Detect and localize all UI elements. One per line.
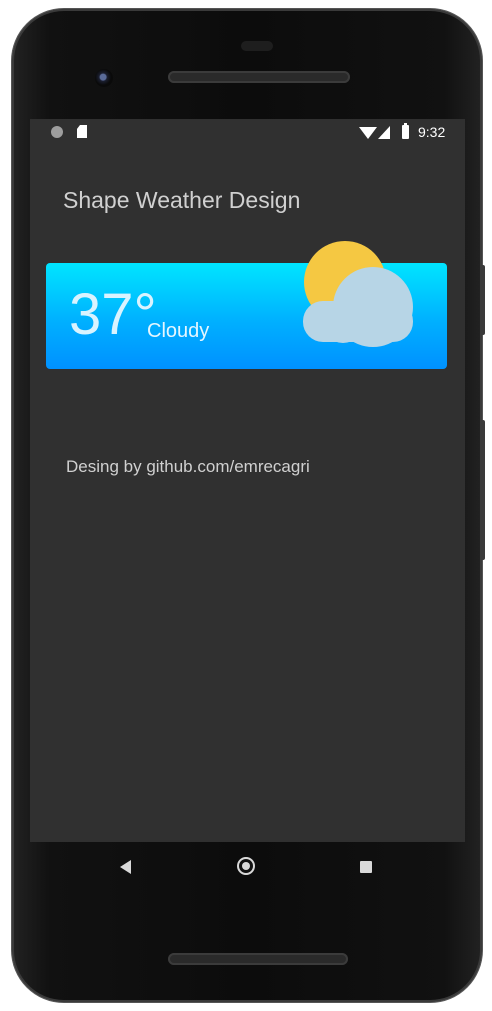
bottom-speaker: [168, 953, 348, 965]
weather-condition: Cloudy: [147, 320, 210, 342]
status-time: 9:32: [418, 124, 446, 140]
sd-card-icon: [77, 125, 87, 138]
recents-icon[interactable]: [360, 861, 372, 873]
page-title: Shape Weather Design: [63, 187, 301, 213]
app-screen: 9:32 Shape Weather Design 37° Cloudy Des…: [30, 119, 465, 842]
temperature: 37°: [69, 282, 157, 347]
front-camera-icon: [95, 69, 113, 87]
battery-icon: [402, 123, 409, 139]
home-icon[interactable]: [237, 857, 255, 875]
notification-dot-icon: [51, 126, 63, 138]
navigation-bar: [30, 842, 465, 892]
earpiece-speaker: [168, 71, 350, 83]
back-icon[interactable]: [120, 860, 131, 874]
credit-text: Desing by github.com/emrecagri: [66, 457, 310, 476]
power-button[interactable]: [480, 420, 485, 560]
status-bar: 9:32: [30, 119, 465, 145]
cell-signal-icon: [378, 126, 390, 139]
top-slot: [241, 41, 273, 51]
sun-behind-cloud-icon: [303, 241, 413, 347]
volume-button[interactable]: [480, 265, 485, 335]
wifi-icon: [359, 127, 377, 139]
